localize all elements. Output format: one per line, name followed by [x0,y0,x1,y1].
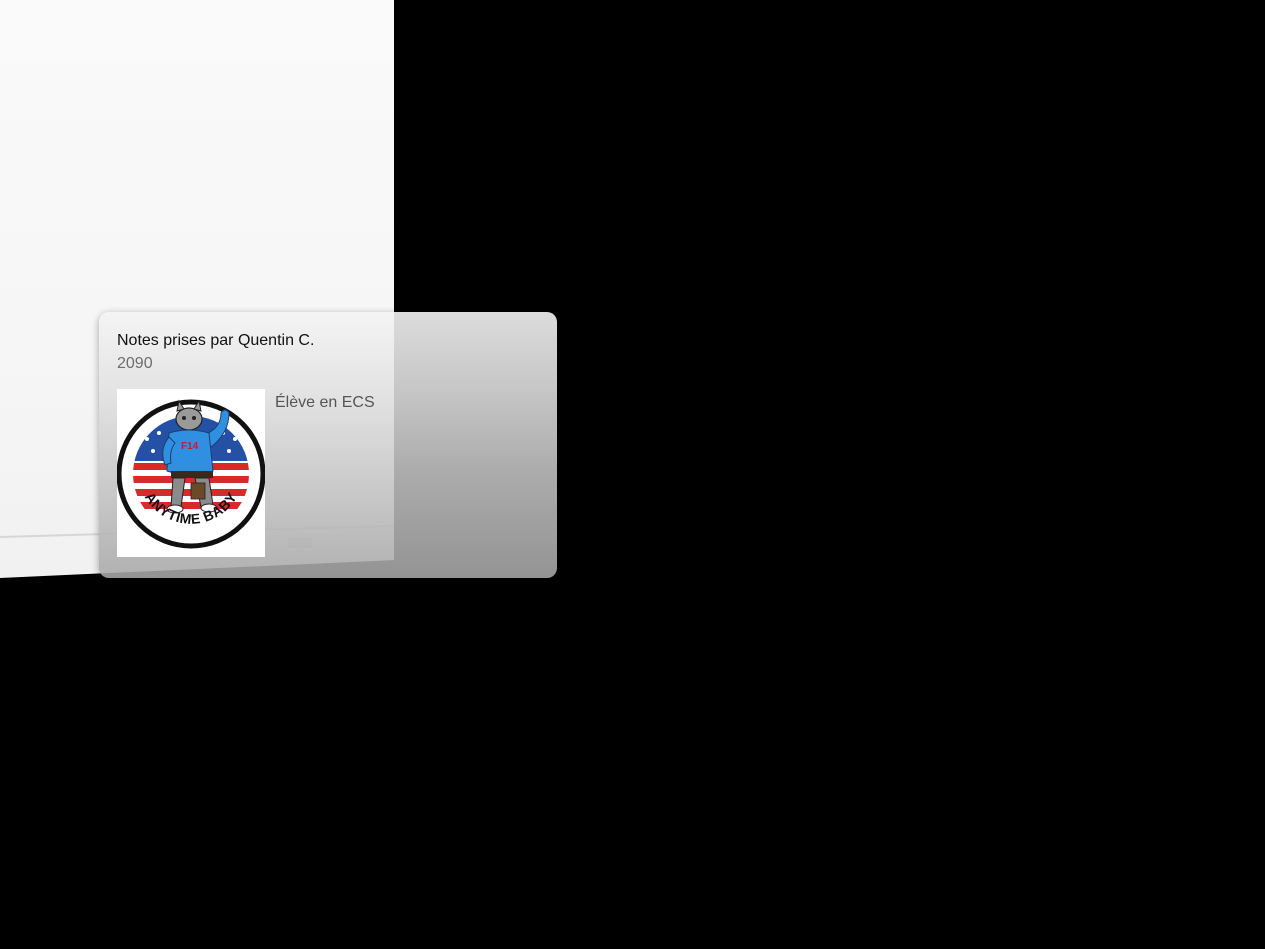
preview-thumbnail[interactable]: F14 ANYTIME BABY [117,389,265,557]
screen: Notes prises par Quentin C. 2090 F14 ANY… [0,0,1265,949]
preview-description: Élève en ECS [275,394,375,411]
preview-subtitle: 2090 [117,355,153,372]
svg-text:F14: F14 [181,441,199,452]
anytime-baby-patch-icon: F14 ANYTIME BABY [117,399,265,549]
document-preview-card[interactable]: Notes prises par Quentin C. 2090 F14 ANY… [99,312,557,578]
preview-title: Notes prises par Quentin C. [117,332,315,349]
